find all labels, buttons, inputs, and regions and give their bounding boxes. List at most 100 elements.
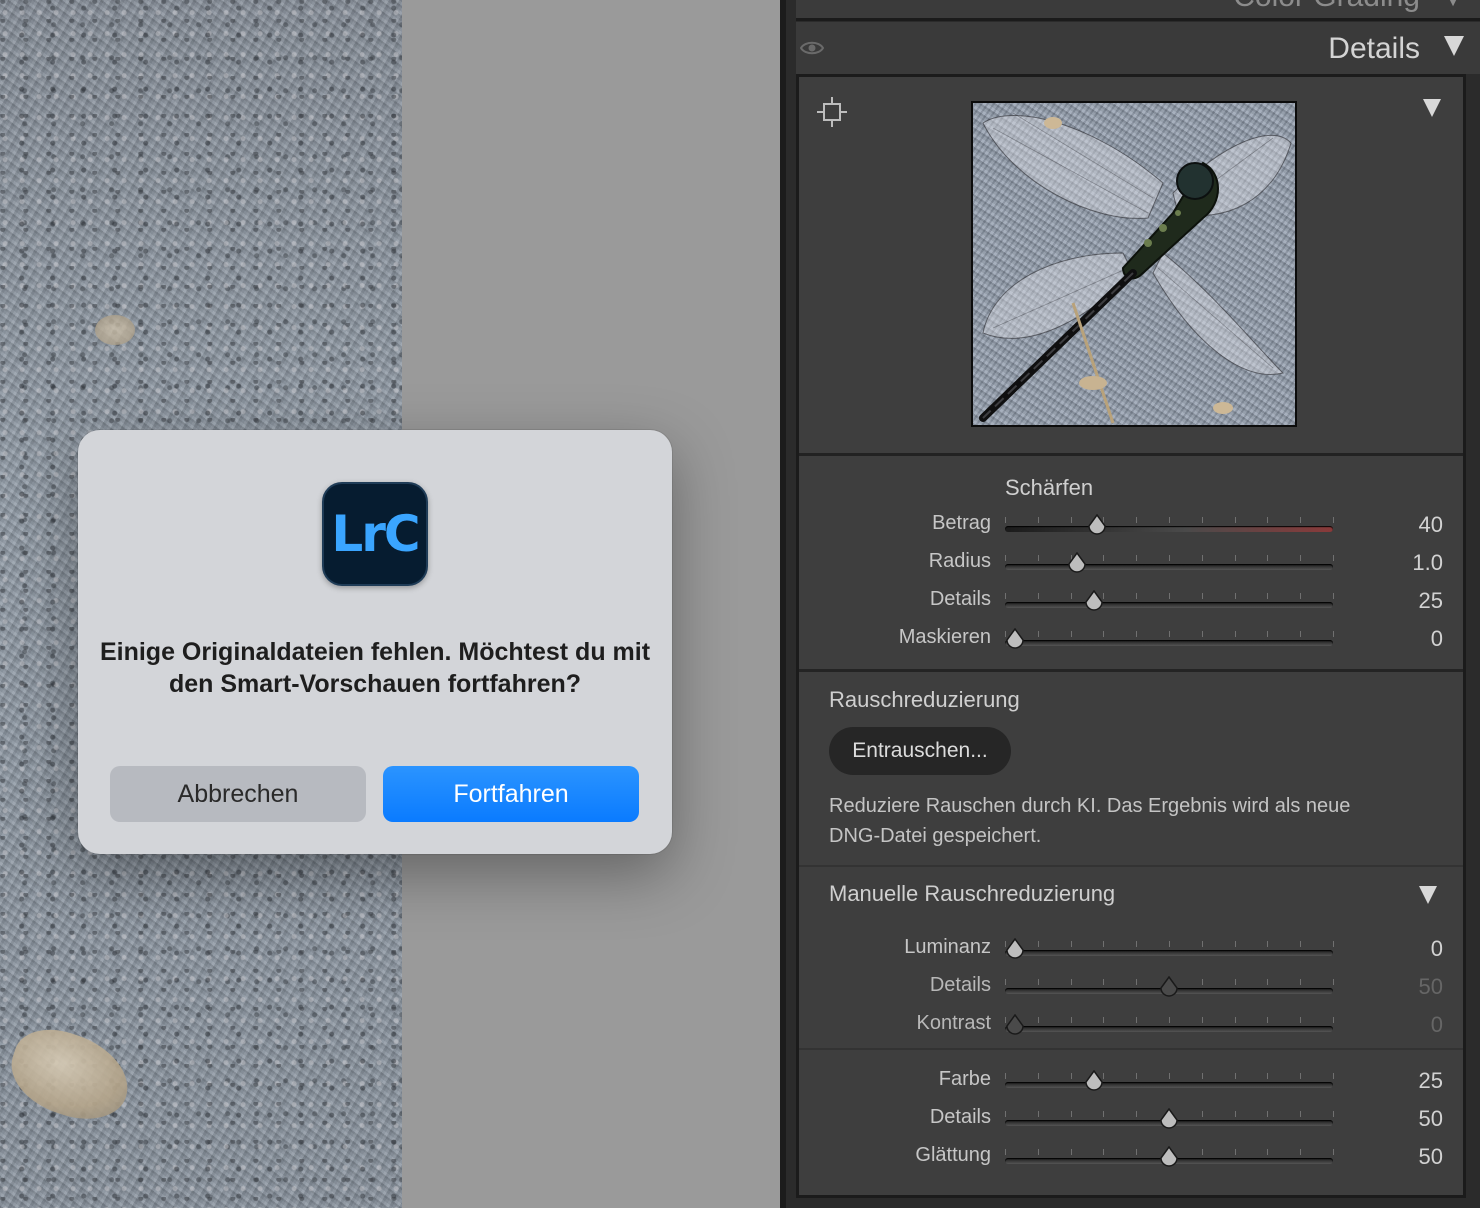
slider-value[interactable]: 25: [1419, 1068, 1443, 1094]
slider-tick: [1136, 1073, 1138, 1079]
slider-track[interactable]: [1005, 976, 1334, 997]
dragonfly-photo: [979, 112, 1292, 424]
slider-thumb[interactable]: [1087, 514, 1107, 536]
details-section-header[interactable]: Details: [796, 22, 1480, 74]
slider-tick: [1234, 979, 1236, 985]
missing-originals-dialog: LrC Einige Originaldateien fehlen. Möcht…: [78, 430, 672, 854]
slider-tick: [1037, 555, 1039, 561]
denoise-description: Reduziere Rauschen durch KI. Das Ergebni…: [829, 795, 1351, 847]
slider-tick: [1300, 941, 1302, 947]
slider-track[interactable]: [1005, 938, 1334, 959]
slider-value[interactable]: 50: [1419, 1144, 1443, 1170]
slider-thumb[interactable]: [1005, 628, 1025, 650]
slider-tick: [1300, 1111, 1302, 1117]
slider-value[interactable]: 50: [1419, 1106, 1443, 1132]
slider-tick: [1267, 941, 1269, 947]
cancel-button[interactable]: Abbrechen: [110, 766, 366, 822]
slider-tick: [1267, 1149, 1269, 1155]
slider-thumb[interactable]: [1159, 976, 1179, 998]
slider-thumb[interactable]: [1159, 1108, 1179, 1130]
slider-tick: [1333, 1017, 1334, 1023]
slider-tick: [1300, 555, 1302, 561]
slider-tick: [1005, 1149, 1006, 1155]
slider-value[interactable]: 40: [1419, 512, 1443, 538]
slider-tick: [1300, 631, 1302, 637]
triangle-down-icon[interactable]: [1444, 36, 1464, 56]
slider-track[interactable]: [1005, 590, 1334, 611]
slider-tick: [1333, 517, 1334, 523]
slider-tick: [1234, 1017, 1236, 1023]
slider-tick: [1070, 1073, 1072, 1079]
slider-tick: [1070, 517, 1072, 523]
slider-track[interactable]: [1005, 1108, 1334, 1129]
slider-tick: [1070, 593, 1072, 599]
slider-tick: [1103, 1017, 1105, 1023]
slider-tick: [1005, 555, 1006, 561]
slider-tick: [1005, 1111, 1006, 1117]
slider-row-betrag: Betrag 40: [799, 512, 1463, 550]
slider-row-details: Details 50: [799, 974, 1463, 1012]
triangle-down-icon[interactable]: [1423, 99, 1441, 117]
slider-tick: [1300, 1017, 1302, 1023]
denoise-button[interactable]: Entrauschen...: [829, 727, 1011, 775]
slider-row-gl-ttung: Glättung 50: [799, 1144, 1463, 1182]
slider-value[interactable]: 50: [1419, 974, 1443, 1000]
slider-thumb[interactable]: [1159, 1146, 1179, 1168]
slider-tick: [1234, 1111, 1236, 1117]
slider-label: Details: [929, 1106, 991, 1128]
panel-divider[interactable]: [780, 0, 786, 1208]
slider-tick: [1005, 517, 1006, 523]
develop-right-panel: Color Grading ▼ Details: [780, 0, 1480, 1208]
slider-tick: [1037, 1017, 1039, 1023]
lightroom-classic-app-icon: LrC: [322, 482, 428, 586]
sharpening-label: Schärfen: [1005, 475, 1094, 500]
slider-track[interactable]: [1005, 1070, 1334, 1091]
triangle-down-icon: ▼: [1444, 0, 1462, 10]
slider-value[interactable]: 25: [1419, 588, 1443, 614]
slider-tick: [1300, 1073, 1302, 1079]
slider-tick: [1267, 555, 1269, 561]
slider-value[interactable]: 0: [1431, 626, 1443, 652]
target-adjustment-icon[interactable]: [817, 97, 847, 127]
slider-thumb[interactable]: [1084, 1070, 1104, 1092]
slider-row-details: Details 25: [799, 588, 1463, 626]
slider-tick: [1333, 555, 1334, 561]
slider-tick: [1333, 593, 1334, 599]
slider-tick: [1169, 517, 1170, 523]
detail-preview-area: [799, 77, 1463, 456]
slider-tick: [1070, 1017, 1072, 1023]
slider-track[interactable]: [1005, 1146, 1334, 1167]
slider-tick: [1136, 1149, 1138, 1155]
eye-icon[interactable]: [800, 40, 824, 56]
slider-thumb[interactable]: [1005, 938, 1025, 960]
slider-tick: [1103, 555, 1105, 561]
slider-track[interactable]: [1005, 628, 1334, 649]
continue-button[interactable]: Fortfahren: [383, 766, 639, 822]
noise-reduction-label: Rauschreduzierung: [829, 687, 1020, 712]
triangle-down-icon[interactable]: [1419, 886, 1437, 904]
slider-track[interactable]: [1005, 1014, 1334, 1035]
slider-tick: [1037, 1149, 1039, 1155]
slider-tick: [1136, 979, 1138, 985]
slider-tick: [1333, 1111, 1334, 1117]
app-icon-label: LrC: [331, 505, 420, 563]
color-grading-section-header[interactable]: Color Grading ▼: [796, 0, 1480, 21]
slider-value[interactable]: 1.0: [1412, 550, 1443, 576]
slider-row-farbe: Farbe 25: [799, 1068, 1463, 1106]
slider-tick: [1201, 1111, 1203, 1117]
slider-thumb[interactable]: [1084, 590, 1104, 612]
slider-value[interactable]: 0: [1431, 1012, 1443, 1038]
slider-thumb[interactable]: [1067, 552, 1087, 574]
slider-tick: [1070, 979, 1072, 985]
slider-thumb[interactable]: [1005, 1014, 1025, 1036]
section-divider: [799, 669, 1463, 672]
slider-tick: [1267, 979, 1269, 985]
details-title: Details: [1328, 32, 1420, 65]
slider-tick: [1201, 517, 1203, 523]
slider-tick: [1070, 1111, 1072, 1117]
slider-tick: [1103, 1111, 1105, 1117]
slider-value[interactable]: 0: [1431, 936, 1443, 962]
slider-track[interactable]: [1005, 514, 1334, 535]
slider-track[interactable]: [1005, 552, 1334, 573]
zoom-preview-image[interactable]: [971, 101, 1297, 427]
